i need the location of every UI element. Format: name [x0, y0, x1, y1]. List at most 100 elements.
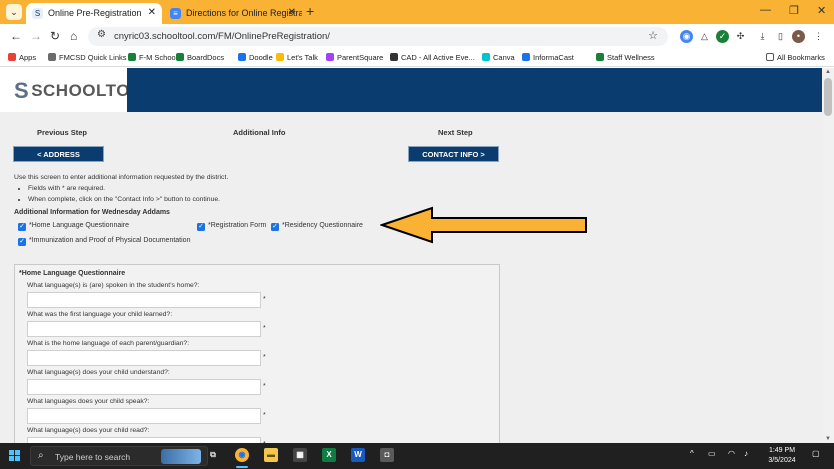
extensions-puzzle-icon[interactable]: ✣ — [734, 30, 747, 43]
bookmark-item[interactable]: InformaCast — [522, 53, 574, 62]
tab-search-chevron-icon[interactable]: ⌄ — [6, 4, 22, 20]
search-icon: ⌕ — [38, 450, 44, 461]
reading-list-icon[interactable]: ▯ — [774, 30, 787, 43]
bookmark-favicon-icon — [176, 53, 184, 61]
url-text[interactable]: cnyric03.schooltool.com/FM/OnlinePreRegi… — [114, 31, 330, 42]
bookmark-item[interactable]: Let's Talk — [276, 53, 318, 62]
bookmark-item[interactable]: BoardDocs — [176, 53, 224, 62]
parent-language-input[interactable] — [27, 350, 261, 366]
site-banner: S SCHOOLTOOL — [0, 68, 822, 112]
excel-icon[interactable]: X — [322, 448, 336, 462]
instructions: Use this screen to enter additional info… — [14, 172, 228, 205]
bookmark-item[interactable]: Canva — [482, 53, 515, 62]
bookmark-label: FMCSD Quick Links — [59, 53, 127, 62]
bookmark-item[interactable]: Apps — [8, 53, 36, 62]
question-label: What was the first language your child l… — [27, 311, 173, 318]
main-content: Previous Step Additional Info Next Step … — [0, 112, 822, 443]
instructions-intro: Use this screen to enter additional info… — [14, 174, 229, 181]
required-mark: * — [263, 296, 266, 303]
windows-start-icon[interactable] — [9, 450, 21, 462]
profile-avatar[interactable]: • — [792, 30, 805, 43]
minimize-icon[interactable]: — — [760, 4, 771, 16]
scroll-up-icon[interactable]: ▲ — [825, 69, 831, 75]
immunization-checkbox[interactable]: ✓ *Immunization and Proof of Physical Doc… — [18, 237, 190, 246]
bookmark-item[interactable]: Doodle — [238, 53, 273, 62]
bookmark-favicon-icon — [390, 53, 398, 61]
search-highlight-icon — [161, 449, 201, 464]
taskbar-search-box[interactable]: ⌕ Type here to search — [30, 446, 208, 466]
bookmark-star-icon[interactable]: ☆ — [648, 29, 658, 42]
extension-green-icon[interactable]: ✓ — [716, 30, 729, 43]
notifications-icon[interactable]: ▢ — [812, 449, 820, 458]
all-bookmarks-label: All Bookmarks — [777, 53, 825, 62]
bookmark-label: Staff Wellness — [607, 53, 655, 62]
file-explorer-icon[interactable]: ▬ — [264, 448, 278, 462]
home-language-input[interactable] — [27, 292, 261, 308]
first-language-input[interactable] — [27, 321, 261, 337]
bookmark-favicon-icon — [522, 53, 530, 61]
site-info-icon[interactable]: ⚙ — [97, 29, 106, 40]
questionnaire-title: *Home Language Questionnaire — [19, 270, 126, 277]
bookmark-favicon-icon — [238, 53, 246, 61]
all-bookmarks-button[interactable]: All Bookmarks — [766, 53, 825, 62]
download-icon[interactable]: ⤓ — [756, 30, 769, 43]
bookmark-label: Let's Talk — [287, 53, 318, 62]
understand-language-input[interactable] — [27, 379, 261, 395]
close-tab-icon[interactable]: ✕ — [148, 3, 156, 23]
show-hidden-icons-icon[interactable]: ^ — [690, 449, 694, 458]
tab-directions[interactable]: ≡ Directions for Online Registratio ✕ — [164, 3, 302, 24]
tab-title: Directions for Online Registratio — [186, 8, 302, 18]
tab-online-preregistration[interactable]: S Online Pre-Registration ✕ — [26, 3, 162, 24]
bookmark-item[interactable]: CAD - All Active Eve... — [390, 53, 475, 62]
scroll-down-icon[interactable]: ▼ — [825, 436, 831, 442]
home-language-checkbox[interactable]: ✓ *Home Language Questionnaire — [18, 222, 129, 231]
extension-icon[interactable]: ◉ — [680, 30, 693, 43]
menu-kebab-icon[interactable]: ⋮ — [812, 30, 825, 43]
home-language-questionnaire-form: *Home Language Questionnaire What langua… — [14, 264, 500, 443]
search-placeholder: Type here to search — [55, 452, 131, 462]
page-scrollbar[interactable]: ▲ ▼ — [822, 68, 834, 443]
docs-favicon-icon: ≡ — [170, 8, 181, 19]
speak-language-input[interactable] — [27, 408, 261, 424]
calculator-icon[interactable]: ▦ — [293, 448, 307, 462]
drive-icon[interactable]: △ — [698, 30, 711, 43]
bookmark-item[interactable]: ParentSquare — [326, 53, 383, 62]
bookmark-item[interactable]: F-M Schools — [128, 53, 181, 62]
current-step-label: Additional Info — [233, 128, 286, 137]
battery-icon[interactable]: ▭ — [708, 449, 716, 458]
forward-arrow-icon[interactable]: → — [30, 29, 42, 43]
camera-icon[interactable]: ◘ — [380, 448, 394, 462]
bookmark-favicon-icon — [482, 53, 490, 61]
home-icon[interactable]: ⌂ — [70, 29, 77, 43]
scrollbar-thumb[interactable] — [824, 78, 832, 116]
checkmark-icon: ✓ — [18, 223, 26, 231]
taskbar-clock[interactable]: 1:49 PM 3/5/2024 — [758, 446, 806, 466]
clock-time: 1:49 PM — [768, 447, 796, 454]
reload-icon[interactable]: ↻ — [50, 29, 60, 43]
registration-form-checkbox[interactable]: ✓ *Registration Form — [197, 222, 266, 231]
checkbox-label: *Registration Form — [208, 222, 267, 229]
bookmark-item[interactable]: Staff Wellness — [596, 53, 655, 62]
back-arrow-icon[interactable]: ← — [10, 29, 22, 43]
new-tab-plus-icon[interactable]: + — [306, 3, 314, 19]
residency-questionnaire-checkbox[interactable]: ✓ *Residency Questionnaire — [271, 222, 363, 231]
close-tab-icon[interactable]: ✕ — [288, 3, 296, 23]
bookmark-item[interactable]: FMCSD Quick Links — [48, 53, 127, 62]
bookmark-label: Apps — [19, 53, 37, 62]
address-bar[interactable]: ⚙ cnyric03.schooltool.com/FM/OnlinePreRe… — [88, 27, 668, 46]
maximize-icon[interactable]: ❐ — [789, 4, 799, 17]
chrome-taskbar-icon[interactable]: ◉ — [235, 448, 249, 462]
volume-icon[interactable]: ♪ — [744, 449, 748, 458]
required-mark: * — [263, 412, 266, 419]
wifi-icon[interactable]: ◠ — [728, 449, 735, 458]
word-icon[interactable]: W — [351, 448, 365, 462]
clock-date: 3/5/2024 — [768, 457, 796, 464]
checkmark-icon: ✓ — [197, 223, 205, 231]
question-label: What language(s) does your child read?: — [27, 427, 150, 434]
bookmark-label: InformaCast — [533, 53, 574, 62]
address-back-button[interactable]: < ADDRESS — [13, 146, 104, 162]
task-view-icon[interactable]: ⧉ — [206, 448, 220, 462]
required-mark: * — [263, 383, 266, 390]
close-window-icon[interactable]: ✕ — [817, 4, 826, 17]
contact-info-next-button[interactable]: CONTACT INFO > — [408, 146, 499, 162]
